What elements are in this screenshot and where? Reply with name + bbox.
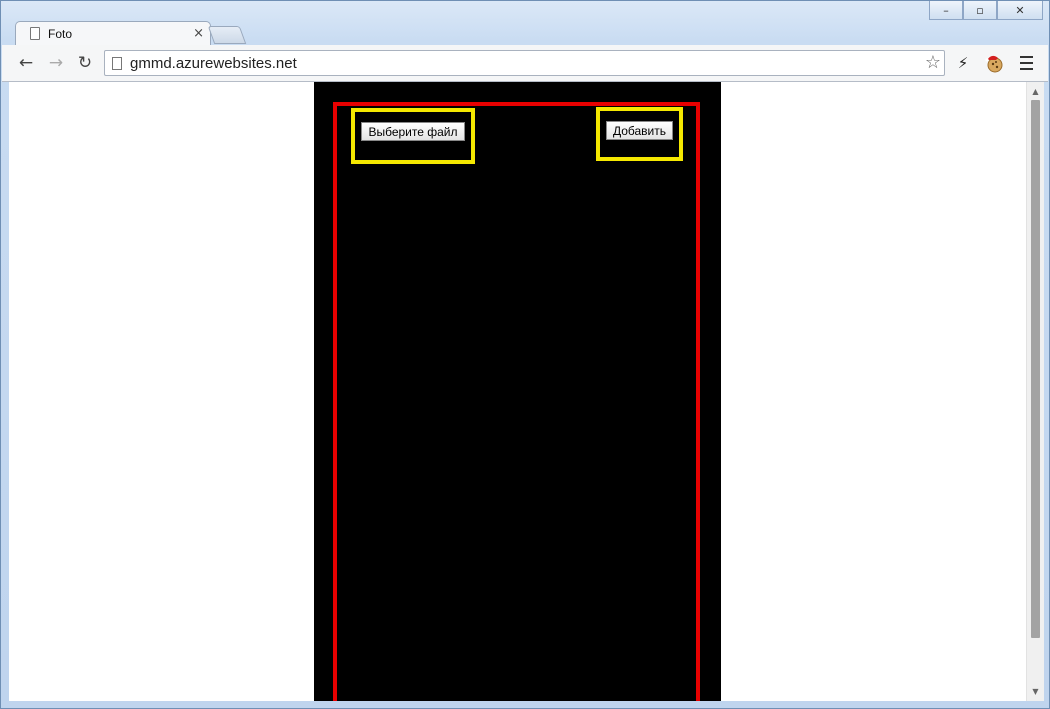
address-bar[interactable]: gmmd.azurewebsites.net ☆ [104, 50, 945, 76]
cookie-extension-icon[interactable] [984, 53, 1004, 73]
bolt-extension-icon[interactable]: ⚡ [953, 53, 973, 73]
tab-close-icon[interactable]: × [193, 26, 204, 41]
add-button[interactable]: Добавить [605, 120, 674, 140]
content-area: Выберите файл Добавить [314, 82, 721, 701]
page-icon [112, 57, 122, 70]
browser-window: – ▫ ✕ Foto × ← → ↻ gmmd.azurewebsites.ne… [0, 0, 1050, 709]
choose-file-button[interactable]: Выберите файл [361, 121, 465, 141]
menu-icon[interactable] [1016, 53, 1036, 73]
tab-strip: Foto × [9, 21, 909, 45]
page-viewport: Выберите файл Добавить [9, 82, 1026, 701]
scroll-down-icon[interactable]: ▼ [1027, 684, 1044, 699]
reload-button[interactable]: ↻ [75, 53, 95, 73]
address-url[interactable]: gmmd.azurewebsites.net [130, 55, 297, 72]
choose-file-highlight: Выберите файл [351, 108, 475, 164]
scroll-up-icon[interactable]: ▲ [1027, 84, 1044, 99]
close-window-button[interactable]: ✕ [997, 1, 1043, 20]
red-frame [333, 102, 700, 701]
scrollbar-thumb[interactable] [1031, 100, 1040, 638]
tab-foto[interactable]: Foto × [15, 21, 211, 45]
window-controls: – ▫ ✕ [929, 1, 1043, 21]
maximize-button[interactable]: ▫ [963, 1, 997, 20]
vertical-scrollbar[interactable]: ▲ ▼ [1026, 82, 1044, 701]
back-button[interactable]: ← [16, 53, 36, 73]
new-tab-button[interactable] [207, 26, 247, 44]
browser-toolbar: ← → ↻ gmmd.azurewebsites.net ☆ ⚡ [2, 45, 1048, 82]
bookmark-star-icon[interactable]: ☆ [925, 52, 941, 73]
add-highlight: Добавить [596, 107, 683, 161]
minimize-button[interactable]: – [929, 1, 963, 20]
tab-title: Foto [48, 26, 73, 41]
page-icon [30, 27, 40, 40]
forward-button[interactable]: → [46, 53, 66, 73]
